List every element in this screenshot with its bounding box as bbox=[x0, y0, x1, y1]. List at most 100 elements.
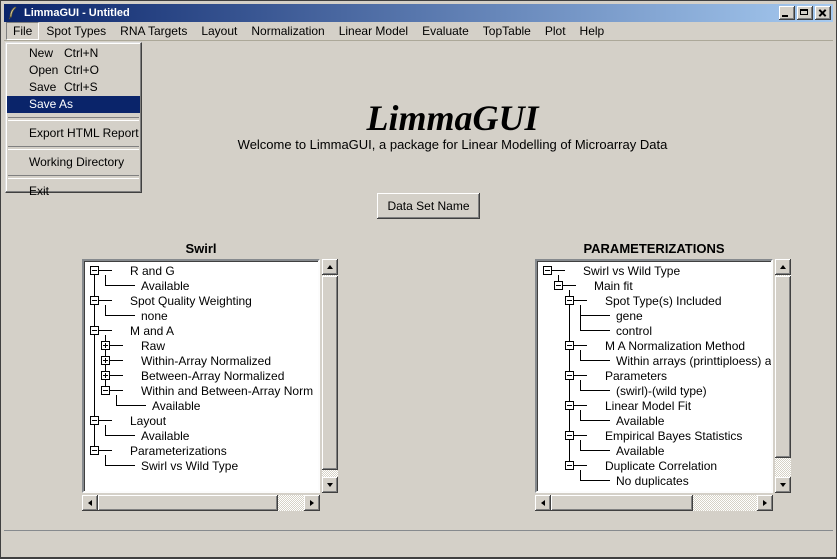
close-icon[interactable] bbox=[815, 6, 831, 20]
menubar-item-toptable[interactable]: TopTable bbox=[476, 22, 538, 40]
menu-item-working-directory[interactable]: Working Directory bbox=[7, 154, 140, 171]
tree-item-label[interactable]: (swirl)-(wild type) bbox=[616, 384, 707, 398]
scrollbar-thumb[interactable] bbox=[98, 495, 278, 511]
tree-item[interactable]: M and A bbox=[86, 323, 318, 338]
collapse-minus-icon[interactable] bbox=[565, 371, 574, 380]
collapse-minus-icon[interactable] bbox=[554, 281, 563, 290]
tree-item-label[interactable]: Layout bbox=[130, 414, 166, 428]
tree-item-label[interactable]: Parameters bbox=[605, 369, 667, 383]
scrollbar-thumb[interactable] bbox=[322, 276, 338, 470]
menu-item-save[interactable]: SaveCtrl+S bbox=[7, 79, 140, 96]
swirl-tree-canvas[interactable]: R and GAvailableSpot Quality Weightingno… bbox=[82, 259, 320, 493]
tree-item[interactable]: gene bbox=[539, 308, 771, 323]
menubar-item-spot-types[interactable]: Spot Types bbox=[39, 22, 113, 40]
menubar-item-layout[interactable]: Layout bbox=[194, 22, 244, 40]
data-set-name-button[interactable]: Data Set Name bbox=[377, 193, 480, 219]
collapse-minus-icon[interactable] bbox=[565, 461, 574, 470]
scroll-left-icon[interactable] bbox=[82, 495, 98, 511]
tree-item[interactable]: Spot Type(s) Included bbox=[539, 293, 771, 308]
tree-item[interactable]: Layout bbox=[86, 413, 318, 428]
tree-item[interactable]: No duplicates bbox=[539, 473, 771, 488]
tree-item-label[interactable]: none bbox=[141, 309, 168, 323]
tree-item[interactable]: R and G bbox=[86, 263, 318, 278]
scroll-right-icon[interactable] bbox=[757, 495, 773, 511]
tree-item[interactable]: Parameters bbox=[539, 368, 771, 383]
tree-item[interactable]: Available bbox=[539, 413, 771, 428]
menubar-item-rna-targets[interactable]: RNA Targets bbox=[113, 22, 194, 40]
menubar-item-help[interactable]: Help bbox=[573, 22, 612, 40]
tree-item[interactable]: control bbox=[539, 323, 771, 338]
menubar-item-evaluate[interactable]: Evaluate bbox=[415, 22, 476, 40]
parameterizations-tree-canvas[interactable]: Swirl vs Wild TypeMain fitSpot Type(s) I… bbox=[535, 259, 773, 493]
collapse-minus-icon[interactable] bbox=[543, 266, 552, 275]
collapse-minus-icon[interactable] bbox=[90, 296, 99, 305]
tree-item[interactable]: Within arrays (printtiploess) a bbox=[539, 353, 771, 368]
tree-item-label[interactable]: Empirical Bayes Statistics bbox=[605, 429, 742, 443]
tree-item-label[interactable]: Available bbox=[141, 279, 189, 293]
tree-item-label[interactable]: Within and Between-Array Norm bbox=[141, 384, 313, 398]
swirl-horizontal-scrollbar[interactable] bbox=[82, 495, 320, 511]
scrollbar-thumb[interactable] bbox=[551, 495, 693, 511]
tree-item-label[interactable]: Parameterizations bbox=[130, 444, 227, 458]
swirl-vertical-scrollbar[interactable] bbox=[322, 259, 338, 493]
collapse-minus-icon[interactable] bbox=[565, 341, 574, 350]
tree-item[interactable]: Available bbox=[539, 443, 771, 458]
tree-item-label[interactable]: Within arrays (printtiploess) a bbox=[616, 354, 771, 368]
tree-item-label[interactable]: M and A bbox=[130, 324, 174, 338]
collapse-minus-icon[interactable] bbox=[565, 401, 574, 410]
minimize-icon[interactable] bbox=[779, 6, 795, 20]
tree-item[interactable]: Empirical Bayes Statistics bbox=[539, 428, 771, 443]
parameterizations-vertical-scrollbar[interactable] bbox=[775, 259, 791, 493]
menubar-item-normalization[interactable]: Normalization bbox=[244, 22, 331, 40]
scrollbar-thumb[interactable] bbox=[775, 276, 791, 458]
tree-item[interactable]: Available bbox=[86, 278, 318, 293]
tree-item-label[interactable]: Spot Type(s) Included bbox=[605, 294, 722, 308]
tree-item[interactable]: Linear Model Fit bbox=[539, 398, 771, 413]
tree-item-label[interactable]: Within-Array Normalized bbox=[141, 354, 271, 368]
collapse-minus-icon[interactable] bbox=[90, 446, 99, 455]
tree-item-label[interactable]: gene bbox=[616, 309, 643, 323]
scroll-up-icon[interactable] bbox=[322, 259, 338, 275]
tree-item[interactable]: Raw bbox=[86, 338, 318, 353]
expand-plus-icon[interactable] bbox=[101, 341, 110, 350]
menu-item-open[interactable]: OpenCtrl+O bbox=[7, 62, 140, 79]
collapse-minus-icon[interactable] bbox=[101, 386, 110, 395]
tree-item[interactable]: Between-Array Normalized bbox=[86, 368, 318, 383]
title-bar[interactable]: LimmaGUI - Untitled bbox=[4, 4, 833, 22]
tree-item[interactable]: Within-Array Normalized bbox=[86, 353, 318, 368]
menu-item-export-html-report[interactable]: Export HTML Report bbox=[7, 125, 140, 142]
tree-item-label[interactable]: control bbox=[616, 324, 652, 338]
tree-item-label[interactable]: Available bbox=[616, 414, 664, 428]
scroll-left-icon[interactable] bbox=[535, 495, 551, 511]
tree-item[interactable]: Spot Quality Weighting bbox=[86, 293, 318, 308]
tree-item-label[interactable]: Duplicate Correlation bbox=[605, 459, 717, 473]
maximize-icon[interactable] bbox=[797, 6, 813, 20]
scroll-down-icon[interactable] bbox=[775, 477, 791, 493]
menu-item-save-as[interactable]: Save As bbox=[7, 96, 140, 113]
collapse-minus-icon[interactable] bbox=[90, 326, 99, 335]
tree-item-label[interactable]: Between-Array Normalized bbox=[141, 369, 284, 383]
tree-item-label[interactable]: Linear Model Fit bbox=[605, 399, 691, 413]
menubar-item-file[interactable]: File bbox=[6, 22, 39, 40]
tree-item-label[interactable]: Raw bbox=[141, 339, 165, 353]
tree-item[interactable]: Main fit bbox=[539, 278, 771, 293]
scroll-down-icon[interactable] bbox=[322, 477, 338, 493]
scroll-up-icon[interactable] bbox=[775, 259, 791, 275]
tree-item[interactable]: M A Normalization Method bbox=[539, 338, 771, 353]
tree-item-label[interactable]: Available bbox=[152, 399, 200, 413]
tree-item[interactable]: Swirl vs Wild Type bbox=[86, 458, 318, 473]
menu-item-exit[interactable]: Exit bbox=[7, 183, 140, 200]
menubar-item-plot[interactable]: Plot bbox=[538, 22, 573, 40]
tree-item-label[interactable]: Swirl vs Wild Type bbox=[141, 459, 238, 473]
tree-item-label[interactable]: Available bbox=[616, 444, 664, 458]
tree-item[interactable]: Parameterizations bbox=[86, 443, 318, 458]
expand-plus-icon[interactable] bbox=[101, 356, 110, 365]
parameterizations-horizontal-scrollbar[interactable] bbox=[535, 495, 773, 511]
tree-item[interactable]: Available bbox=[86, 428, 318, 443]
tree-item-label[interactable]: Main fit bbox=[594, 279, 633, 293]
tree-item[interactable]: Available bbox=[86, 398, 318, 413]
scroll-right-icon[interactable] bbox=[304, 495, 320, 511]
tree-item[interactable]: none bbox=[86, 308, 318, 323]
tree-item-label[interactable]: Spot Quality Weighting bbox=[130, 294, 252, 308]
tree-item[interactable]: Within and Between-Array Norm bbox=[86, 383, 318, 398]
